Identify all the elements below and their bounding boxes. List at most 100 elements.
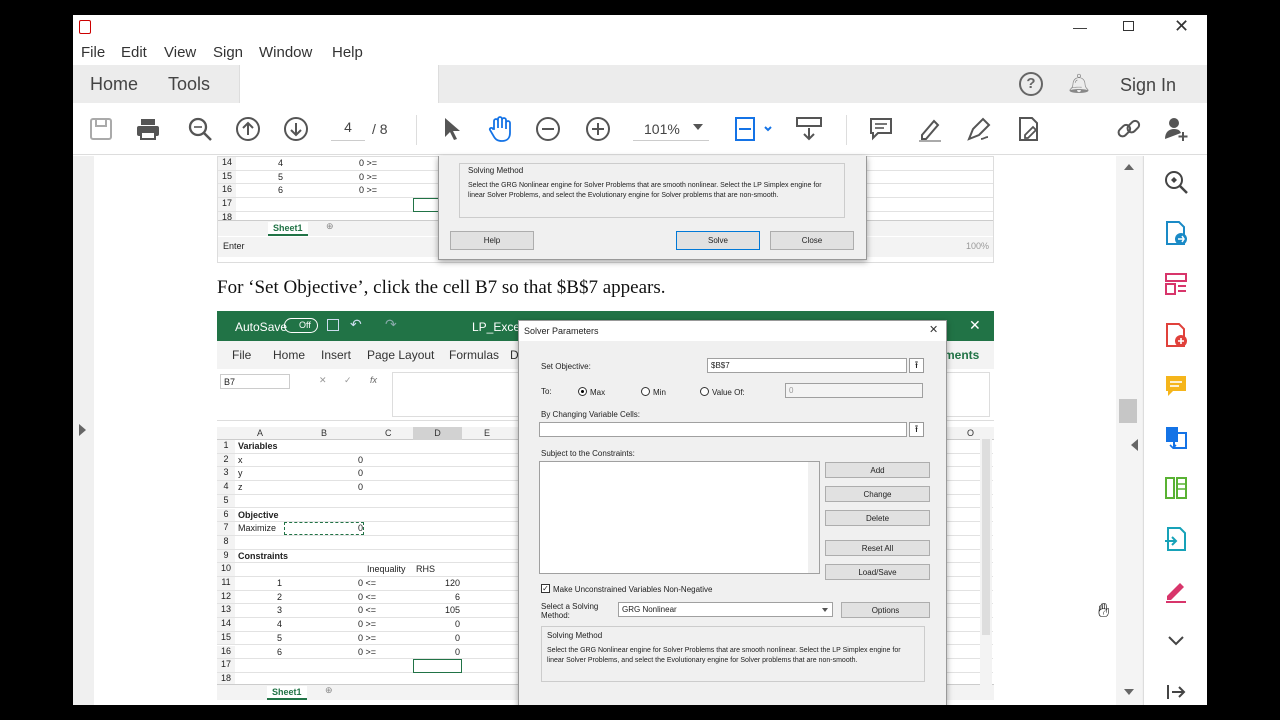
page-number-input[interactable]: 4 xyxy=(331,119,365,141)
add-sheet-icon[interactable]: ⊕ xyxy=(325,685,333,696)
more-tools-chevron-icon[interactable] xyxy=(1162,627,1190,655)
add-button[interactable]: Add xyxy=(825,462,930,478)
set-objective-input[interactable]: $B$7 xyxy=(707,358,907,373)
left-panel-toggle[interactable] xyxy=(73,156,93,705)
load-save-button[interactable]: Load/Save xyxy=(825,564,930,580)
next-page-icon[interactable] xyxy=(280,113,312,145)
vertical-scrollbar[interactable] xyxy=(1116,156,1142,705)
change-button[interactable]: Change xyxy=(825,486,930,502)
ribbon-formulas[interactable]: Formulas xyxy=(449,348,499,362)
print-icon[interactable] xyxy=(132,113,164,145)
excel-vertical-scrollbar[interactable] xyxy=(980,427,992,685)
col-a[interactable]: A xyxy=(257,428,263,438)
help-button[interactable]: Help xyxy=(450,231,534,250)
constraints-list[interactable] xyxy=(539,461,820,574)
export-pdf-icon[interactable] xyxy=(1162,219,1190,247)
menu-window[interactable]: Window xyxy=(259,44,312,61)
max-radio[interactable] xyxy=(578,387,587,396)
formula-enter-icon[interactable]: ✓ xyxy=(344,375,352,386)
menu-sign[interactable]: Sign xyxy=(213,44,243,61)
close-button[interactable]: Close xyxy=(770,231,854,250)
highlight-pen-icon[interactable] xyxy=(914,113,946,145)
ribbon-comments[interactable]: ments xyxy=(944,348,979,362)
zoom-select[interactable]: 101% xyxy=(633,117,709,141)
sign-pen-icon[interactable] xyxy=(963,113,995,145)
name-box[interactable]: B7 xyxy=(220,374,290,389)
sheet-tab[interactable]: Sheet1 xyxy=(268,222,308,236)
col-d[interactable]: D xyxy=(413,427,462,440)
ribbon-home[interactable]: Home xyxy=(273,348,305,362)
scroll-up-icon[interactable] xyxy=(1124,164,1134,170)
scroll-down-icon[interactable] xyxy=(1124,689,1134,695)
col-o[interactable]: O xyxy=(967,428,974,438)
fill-sign-tool-icon[interactable] xyxy=(1162,576,1190,604)
zoom-search-icon[interactable] xyxy=(184,113,216,145)
col-c[interactable]: C xyxy=(385,428,392,438)
minimize-button[interactable]: — xyxy=(1073,19,1087,35)
menu-view[interactable]: View xyxy=(164,44,196,61)
ribbon-insert[interactable]: Insert xyxy=(321,348,351,362)
delete-button[interactable]: Delete xyxy=(825,510,930,526)
create-pdf-icon[interactable] xyxy=(1162,321,1190,349)
document-tab[interactable] xyxy=(239,65,439,103)
selected-cell-b7[interactable] xyxy=(284,522,364,536)
redo-icon[interactable]: ↷ xyxy=(385,316,397,333)
by-changing-input[interactable] xyxy=(539,422,907,437)
ribbon-file[interactable]: File xyxy=(232,348,251,362)
organize-pages-icon[interactable] xyxy=(1162,270,1190,298)
select-cursor-icon[interactable] xyxy=(435,113,467,145)
dialog-close-icon[interactable]: ✕ xyxy=(929,323,938,336)
share-link-icon[interactable] xyxy=(1113,113,1145,145)
expand-left-icon[interactable] xyxy=(79,424,86,436)
range-select-icon[interactable]: ⭱ xyxy=(909,422,924,437)
comment-tool-icon[interactable] xyxy=(1162,372,1190,400)
zoom-tool-icon[interactable] xyxy=(1162,168,1190,196)
help-icon[interactable]: ? xyxy=(1019,72,1043,96)
range-select-icon[interactable]: ⭱ xyxy=(909,358,924,373)
solving-method-select[interactable]: GRG Nonlinear xyxy=(618,602,833,617)
undo-icon[interactable]: ↶ xyxy=(350,316,362,333)
collapse-panel-icon[interactable] xyxy=(1162,678,1190,705)
autosave-toggle[interactable]: Off xyxy=(284,318,318,333)
save-icon[interactable] xyxy=(327,319,339,331)
fit-page-icon[interactable] xyxy=(731,113,775,145)
menu-file[interactable]: File xyxy=(81,44,105,61)
close-window-button[interactable]: ✕ xyxy=(1174,16,1189,37)
nonneg-checkbox[interactable]: ✓ xyxy=(541,584,550,593)
add-sheet-icon[interactable]: ⊕ xyxy=(326,221,334,232)
tab-tools[interactable]: Tools xyxy=(168,74,210,95)
scrollbar-thumb[interactable] xyxy=(982,439,990,635)
zoom-out-icon[interactable] xyxy=(532,113,564,145)
scroll-mode-icon[interactable] xyxy=(793,113,825,145)
value-of-input[interactable]: 0 xyxy=(785,383,923,398)
chevron-down-icon[interactable] xyxy=(822,608,828,612)
solve-button[interactable]: Solve xyxy=(676,231,760,250)
save-icon[interactable] xyxy=(85,113,117,145)
previous-page-icon[interactable] xyxy=(232,113,264,145)
fill-sign-icon[interactable] xyxy=(1013,113,1045,145)
active-cell-d17[interactable] xyxy=(413,659,462,674)
constraints-scrollbar[interactable] xyxy=(808,462,819,573)
document-viewport[interactable]: 14 4 0 >= 15 5 0 >= 16 6 0 >= 17 18 Sheet1 ⊕ E… xyxy=(73,156,1143,705)
reset-all-button[interactable]: Reset All xyxy=(825,540,930,556)
ribbon-page-layout[interactable]: Page Layout xyxy=(367,348,434,362)
compress-pdf-icon[interactable] xyxy=(1162,474,1190,502)
zoom-in-icon[interactable] xyxy=(582,113,614,145)
min-radio[interactable] xyxy=(641,387,650,396)
value-of-radio[interactable] xyxy=(700,387,709,396)
col-e[interactable]: E xyxy=(484,428,490,438)
hand-tool-icon[interactable] xyxy=(484,113,516,145)
scrollbar-thumb[interactable] xyxy=(1119,399,1137,423)
restore-button[interactable] xyxy=(1123,21,1134,31)
send-for-review-icon[interactable] xyxy=(1162,525,1190,553)
options-button[interactable]: Options xyxy=(841,602,930,618)
comment-icon[interactable] xyxy=(865,113,897,145)
formula-cancel-icon[interactable]: ✕ xyxy=(319,375,327,386)
excel-close-icon[interactable]: ✕ xyxy=(969,317,981,334)
add-user-icon[interactable] xyxy=(1161,113,1193,145)
collapse-right-icon[interactable] xyxy=(1131,439,1138,451)
sheet-tab[interactable]: Sheet1 xyxy=(267,686,307,700)
function-icon[interactable]: fx xyxy=(370,375,377,385)
combine-files-icon[interactable] xyxy=(1162,423,1190,451)
sign-in-link[interactable]: Sign In xyxy=(1120,75,1176,96)
